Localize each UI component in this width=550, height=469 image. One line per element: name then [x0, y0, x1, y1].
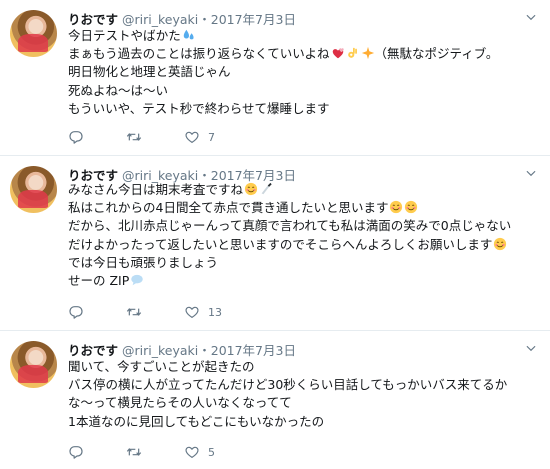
retweet-button[interactable]	[126, 444, 184, 460]
tweet-text: みなさん今日は期末考査ですね 私はこれからの4日間全て赤点で貫き通したいと思いま…	[68, 181, 511, 290]
separator-dot: ・	[198, 12, 211, 27]
tweet-actions: 7	[68, 129, 242, 145]
like-count: 5	[208, 445, 215, 459]
tweet-text: 聞いて、今すごいことが起きたの バス停の横に人が立ってたんだけど30秒くらい目話…	[68, 358, 507, 431]
tweet-line: だけよかったって返したいと思いますのでそこらへんよろしくお願いします	[68, 236, 493, 252]
reply-icon	[68, 304, 84, 320]
chevron-down-icon[interactable]	[524, 10, 538, 24]
tweet[interactable]: りおです @riri_keyaki・2017年7月3日 今日テストやばかた まぁ…	[0, 0, 550, 156]
chevron-down-icon[interactable]	[524, 166, 538, 180]
tweet-line: では今日も頑張りましょう	[68, 254, 219, 270]
two-hearts-icon	[332, 48, 344, 59]
retweet-button[interactable]	[126, 129, 184, 145]
tweet-line: 明日物化と地理と英語じゃん	[68, 64, 231, 80]
tweet-line: 聞いて、今すごいことが起きたの	[68, 359, 255, 374]
heart-icon	[184, 444, 200, 460]
avatar[interactable]	[10, 10, 57, 57]
reply-icon	[68, 444, 84, 460]
reply-button[interactable]	[68, 129, 126, 145]
heart-icon	[184, 304, 200, 320]
ok-hand-icon	[347, 47, 357, 58]
tweet-line: まぁもう過去のことは振り返らなくていいよね	[68, 46, 330, 62]
avatar[interactable]	[10, 341, 57, 388]
tweet-line: せーの ZIP	[68, 272, 130, 288]
reply-button[interactable]	[68, 304, 126, 320]
like-button[interactable]: 7	[184, 129, 242, 145]
chevron-down-icon[interactable]	[524, 341, 538, 355]
user-handle[interactable]: @riri_keyaki	[122, 12, 198, 27]
display-name[interactable]: りおです	[68, 343, 118, 358]
tweet[interactable]: りおです @riri_keyaki・2017年7月3日 聞いて、今すごいことが起…	[0, 331, 550, 469]
heart-icon	[184, 129, 200, 145]
tweet-line: 1本道なのに見回してもどこにもいなかったの	[68, 413, 325, 429]
speech-balloon-icon	[131, 274, 143, 286]
retweet-icon	[126, 129, 142, 145]
tweet-header: りおです @riri_keyaki・2017年7月3日	[68, 340, 296, 359]
like-button[interactable]: 5	[184, 444, 242, 460]
retweet-icon	[126, 444, 142, 460]
smiling-face-icon	[390, 201, 403, 214]
tweet-line: もういいや、テスト秒で終わらせて爆睡します	[68, 100, 330, 116]
tweet-line: 死ぬよね～は～い	[68, 82, 169, 98]
like-button[interactable]: 13	[184, 304, 242, 320]
tweet-line: バス停の横に人が立ってたんだけど30秒くらい目話してもっかいバス来てるか	[68, 377, 508, 393]
tweet[interactable]: りおです @riri_keyaki・2017年7月3日 みなさん今日は期末考査で…	[0, 156, 550, 331]
tweet-line: な～って横見たらその人いなくなってて	[68, 395, 292, 411]
tweet-line-suffix: （無駄なポジティブ。	[374, 46, 499, 62]
sweat-droplets-icon	[183, 29, 194, 40]
tweet-line: みなさん今日は期末考査ですね	[68, 182, 244, 197]
reply-icon	[68, 129, 84, 145]
sparkles-icon	[361, 47, 374, 60]
smiling-face-icon	[405, 201, 418, 214]
knife-icon	[261, 182, 272, 195]
tweet-date[interactable]: 2017年7月3日	[211, 343, 296, 358]
retweet-icon	[126, 304, 142, 320]
smiling-face-icon	[494, 237, 507, 250]
user-handle[interactable]: @riri_keyaki	[122, 343, 198, 358]
retweet-button[interactable]	[126, 304, 184, 320]
display-name[interactable]: りおです	[68, 12, 118, 27]
tweet-actions: 13	[68, 304, 242, 320]
tweet-line: 私はこれからの4日間全て赤点で貫き通したいと思います	[68, 200, 389, 216]
tweet-date[interactable]: 2017年7月3日	[211, 12, 296, 27]
like-count: 13	[208, 305, 222, 319]
tweet-line: だから、北川赤点じゃーんって真顔で言われても私は満面の笑みで0点じゃない	[68, 218, 512, 234]
reply-button[interactable]	[68, 444, 126, 460]
tweet-actions: 5	[68, 444, 242, 460]
smiling-face-icon	[244, 182, 258, 196]
tweet-line: 今日テストやばかた	[68, 28, 181, 43]
separator-dot: ・	[198, 343, 211, 358]
tweet-header: りおです @riri_keyaki・2017年7月3日	[68, 9, 296, 28]
tweet-text: 今日テストやばかた まぁもう過去のことは振り返らなくていいよね （無駄なポジティブ…	[68, 27, 498, 118]
like-count: 7	[208, 130, 215, 144]
avatar[interactable]	[10, 166, 57, 213]
